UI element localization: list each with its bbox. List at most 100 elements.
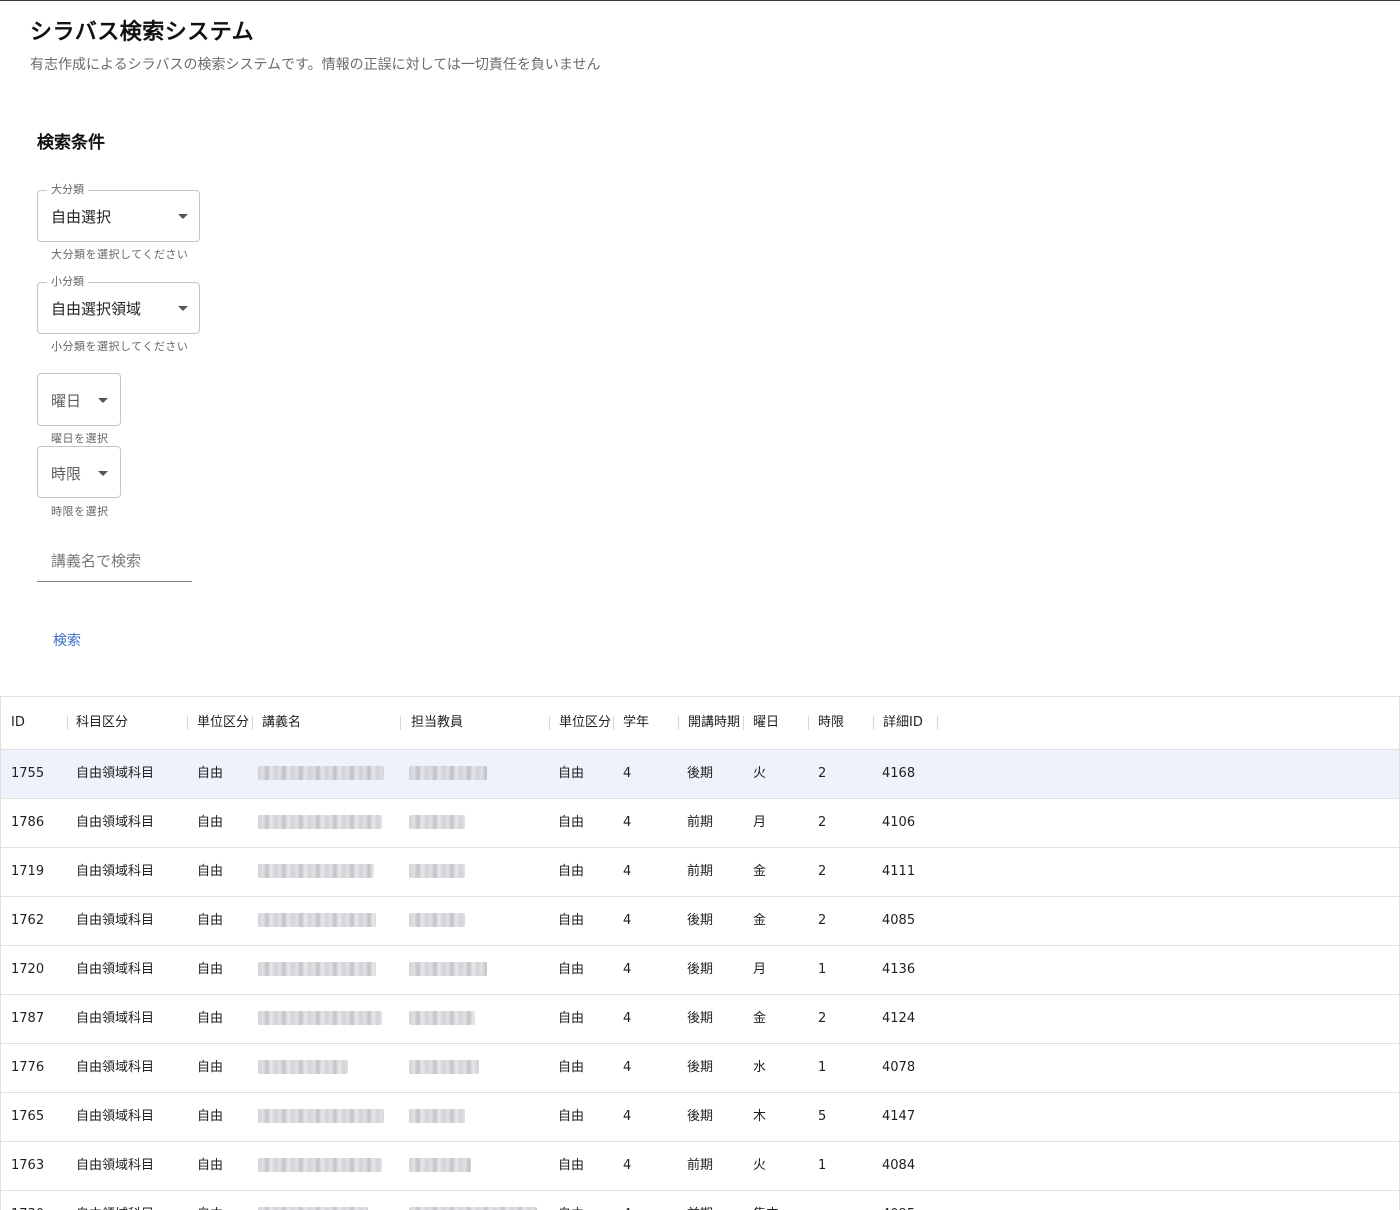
cell-unit-type-2: 自由 — [558, 815, 585, 830]
cell-grade: 4 — [623, 913, 632, 928]
table-row[interactable]: 1786 自由領域科目 自由 自由 4 前期 月 2 4106 — [1, 799, 1399, 848]
cell-weekday: 月 — [753, 962, 767, 977]
cell-grade: 4 — [623, 1191, 631, 1210]
column-header-category[interactable]: 科目区分 — [76, 697, 128, 749]
cell-grade: 4 — [623, 1011, 632, 1026]
cell-id: 1763 — [11, 1158, 45, 1173]
lecture-search-input[interactable] — [37, 552, 191, 570]
minor-category-select[interactable]: 小分類 自由選択領域 — [37, 275, 200, 334]
table-row[interactable]: 1763 自由領域科目 自由 自由 4 前期 火 1 4084 — [1, 1142, 1399, 1191]
column-separator[interactable] — [613, 716, 614, 730]
cell-unit-type: 自由 — [197, 1109, 224, 1124]
cell-term: 後期 — [687, 962, 714, 977]
redacted-instructor — [409, 1011, 475, 1025]
chevron-down-icon — [178, 214, 188, 219]
cell-unit-type: 自由 — [197, 766, 224, 781]
cell-id: 1786 — [11, 815, 45, 830]
cell-category: 自由領域科目 — [76, 913, 155, 928]
cell-unit-type-2: 自由 — [558, 1060, 585, 1075]
cell-term: 前期 — [687, 1191, 713, 1210]
table-header: ID 科目区分 単位区分 講義名 担当教員 単位区分 学年 開講時期 曜日 時限… — [1, 697, 1399, 750]
minor-category-helper: 小分類を選択してください — [51, 340, 189, 353]
column-separator[interactable] — [873, 716, 874, 730]
table-row[interactable]: 1719 自由領域科目 自由 自由 4 前期 金 2 4111 — [1, 848, 1399, 897]
chevron-down-icon — [98, 471, 108, 476]
cell-unit-type: 自由 — [197, 1060, 224, 1075]
cell-weekday: 木 — [753, 1109, 767, 1124]
cell-grade: 4 — [623, 864, 632, 879]
column-header-period[interactable]: 時限 — [818, 697, 844, 749]
column-separator[interactable] — [67, 716, 68, 730]
column-header-grade[interactable]: 学年 — [623, 697, 649, 749]
cell-category: 自由領域科目 — [76, 962, 155, 977]
cell-weekday: 金 — [753, 1011, 767, 1026]
column-header-weekday[interactable]: 曜日 — [753, 697, 779, 749]
redacted-instructor — [409, 913, 465, 927]
minor-category-value: 自由選択領域 — [51, 300, 142, 318]
cell-detail-id: 4111 — [882, 864, 916, 879]
column-header-instructor[interactable]: 担当教員 — [411, 697, 463, 749]
cell-category: 自由領域科目 — [76, 1191, 154, 1210]
column-separator[interactable] — [937, 716, 938, 730]
table-row[interactable]: 1720 自由領域科目 自由 自由 4 後期 月 1 4136 — [1, 946, 1399, 995]
column-separator[interactable] — [808, 716, 809, 730]
cell-unit-type-2: 自由 — [558, 1109, 585, 1124]
table-row[interactable]: 1787 自由領域科目 自由 自由 4 後期 金 2 4124 — [1, 995, 1399, 1044]
redacted-lecture-name — [258, 815, 382, 829]
column-separator[interactable] — [743, 716, 744, 730]
redacted-instructor — [409, 1060, 479, 1074]
redacted-instructor — [409, 962, 487, 976]
column-header-unit-type-2[interactable]: 単位区分 — [559, 697, 611, 749]
column-header-term[interactable]: 開講時期 — [688, 697, 740, 749]
table-row[interactable]: 1730 自由領域科目 自由 自由 4 前期 集中 4095 — [1, 1191, 1399, 1210]
column-header-unit-type[interactable]: 単位区分 — [197, 697, 249, 749]
cell-category: 自由領域科目 — [76, 1011, 155, 1026]
cell-id: 1776 — [11, 1060, 45, 1075]
redacted-lecture-name — [258, 1060, 348, 1074]
column-separator[interactable] — [549, 716, 550, 730]
cell-id: 1730 — [11, 1191, 44, 1210]
column-header-lecture-name[interactable]: 講義名 — [262, 697, 301, 749]
cell-term: 後期 — [687, 766, 714, 781]
table-row[interactable]: 1755 自由領域科目 自由 自由 4 後期 火 2 4168 — [1, 750, 1399, 799]
period-select[interactable]: 時限 — [37, 446, 121, 498]
cell-grade: 4 — [623, 766, 632, 781]
major-category-select[interactable]: 大分類 自由選択 — [37, 183, 200, 242]
cell-unit-type: 自由 — [197, 1011, 224, 1026]
column-header-detail-id[interactable]: 詳細ID — [883, 697, 923, 749]
cell-period: 1 — [818, 1060, 827, 1075]
column-separator[interactable] — [400, 716, 401, 730]
period-helper: 時限を選択 — [51, 505, 109, 518]
redacted-lecture-name — [258, 913, 376, 927]
redacted-instructor — [409, 1158, 471, 1172]
column-separator[interactable] — [678, 716, 679, 730]
cell-detail-id: 4147 — [882, 1109, 916, 1124]
weekday-select[interactable]: 曜日 — [37, 373, 121, 426]
cell-id: 1765 — [11, 1109, 45, 1124]
filter-section-title: 検索条件 — [37, 133, 105, 153]
cell-id: 1787 — [11, 1011, 45, 1026]
cell-grade: 4 — [623, 962, 632, 977]
cell-unit-type: 自由 — [197, 962, 224, 977]
table-row[interactable]: 1765 自由領域科目 自由 自由 4 後期 木 5 4147 — [1, 1093, 1399, 1142]
major-category-legend: 大分類 — [47, 183, 88, 197]
cell-unit-type-2: 自由 — [558, 864, 585, 879]
major-category-value: 自由選択 — [51, 208, 112, 226]
cell-detail-id: 4168 — [882, 766, 916, 781]
cell-term: 前期 — [687, 864, 714, 879]
cell-grade: 4 — [623, 1158, 632, 1173]
redacted-instructor — [409, 766, 487, 780]
column-separator[interactable] — [187, 716, 188, 730]
cell-detail-id: 4095 — [882, 1191, 915, 1210]
cell-id: 1755 — [11, 766, 45, 781]
cell-unit-type-2: 自由 — [558, 913, 585, 928]
column-header-id[interactable]: ID — [11, 697, 25, 749]
cell-term: 前期 — [687, 815, 714, 830]
cell-unit-type-2: 自由 — [558, 1011, 585, 1026]
search-button[interactable]: 検索 — [43, 624, 91, 656]
table-row[interactable]: 1762 自由領域科目 自由 自由 4 後期 金 2 4085 — [1, 897, 1399, 946]
table-row[interactable]: 1776 自由領域科目 自由 自由 4 後期 水 1 4078 — [1, 1044, 1399, 1093]
cell-weekday: 火 — [753, 766, 767, 781]
cell-unit-type-2: 自由 — [558, 962, 585, 977]
column-separator[interactable] — [252, 716, 253, 730]
